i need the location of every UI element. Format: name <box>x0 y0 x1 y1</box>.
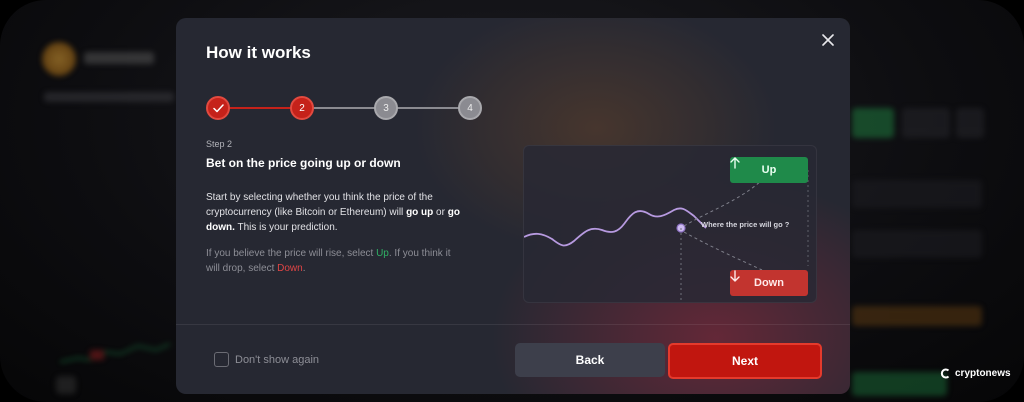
background-title <box>84 52 154 64</box>
down-button-illustration: Down <box>730 270 808 296</box>
prediction-illustration: Up Where the price will go ? Down <box>523 145 817 303</box>
step-description: Start by selecting whether you think the… <box>206 192 460 233</box>
prediction-question: Where the price will go ? <box>701 220 790 229</box>
progress-stepper: 2 3 4 <box>206 96 486 120</box>
up-label: Up <box>761 164 777 176</box>
background-green-bar <box>852 372 947 396</box>
close-button[interactable] <box>818 30 838 50</box>
background-dark-button <box>956 108 984 138</box>
step-3: 3 <box>374 96 398 120</box>
background-dark-button <box>902 108 950 138</box>
step-4: 4 <box>458 96 482 120</box>
footer-divider <box>176 324 850 325</box>
checkmark-icon <box>212 103 224 112</box>
arrow-up-icon <box>730 157 740 169</box>
cryptonews-watermark: cryptonews <box>940 368 1011 379</box>
step-heading: Bet on the price going up or down <box>206 156 401 170</box>
step-label: Step 2 <box>206 139 233 149</box>
background-orange-bar <box>852 306 982 326</box>
step-1-checkmark <box>206 96 230 120</box>
close-icon <box>822 34 834 46</box>
step-hint: If you believe the price will rise, sele… <box>206 248 451 274</box>
background-subtitle <box>44 92 174 102</box>
cryptonews-logo-icon <box>940 368 950 379</box>
watermark-text: cryptonews <box>955 368 1011 379</box>
screen-frame: How it works 2 3 4 Step 2 Bet on the pri… <box>0 0 1024 402</box>
how-it-works-modal: How it works 2 3 4 Step 2 Bet on the pri… <box>176 18 850 394</box>
back-button[interactable]: Back <box>515 343 665 377</box>
dont-show-again-checkbox[interactable] <box>214 352 229 367</box>
background-pill <box>56 376 76 394</box>
step-2: 2 <box>290 96 314 120</box>
background-panel-row <box>852 230 982 258</box>
next-button[interactable]: Next <box>668 343 822 379</box>
background-panel-row <box>852 180 982 208</box>
dont-show-again-label: Don't show again <box>235 353 320 366</box>
down-label: Down <box>754 277 784 289</box>
background-chart <box>60 343 170 363</box>
arrow-down-icon <box>730 270 740 282</box>
dont-show-again-toggle[interactable]: Don't show again <box>214 352 319 367</box>
modal-title: How it works <box>206 43 311 62</box>
background-logo <box>42 42 76 76</box>
background-green-button <box>852 108 894 138</box>
up-button-illustration: Up <box>730 157 808 183</box>
